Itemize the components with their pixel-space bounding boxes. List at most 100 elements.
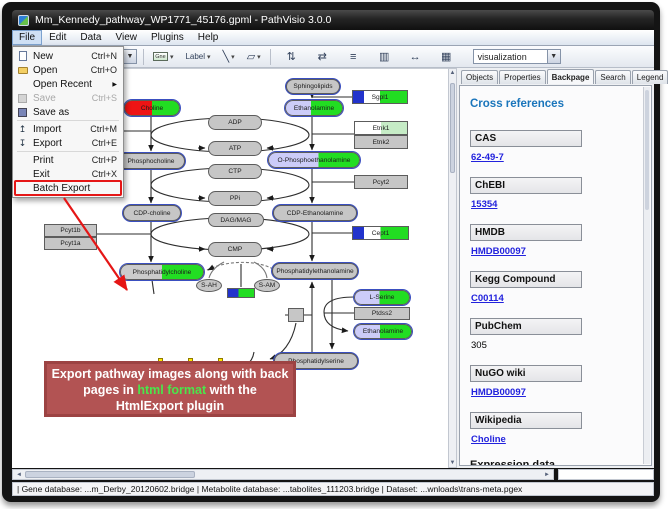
align-horizontal-center-button[interactable]: ⇄ <box>314 48 331 65</box>
xref-link[interactable]: 62-49-7 <box>471 152 643 163</box>
pathway-node-atp[interactable]: ATP <box>208 141 262 156</box>
xref-link[interactable]: HMDB00097 <box>471 387 643 398</box>
visualization-select[interactable]: visualization ▼ <box>473 49 561 64</box>
pathway-node-etnk1[interactable]: Etnk1 <box>354 121 408 135</box>
pathway-node-cdp-ethanolamine[interactable]: CDP-Ethanolamine <box>273 205 357 221</box>
pathway-node-pcyt1a[interactable]: Pcyt1a <box>44 237 97 250</box>
node-label: CDP-choline <box>133 210 170 217</box>
file-menu-item-export[interactable]: ↧ExportCtrl+E <box>13 136 123 150</box>
tab-properties[interactable]: Properties <box>499 70 545 84</box>
pathway-node-pcyt2[interactable]: Pcyt2 <box>354 175 408 189</box>
xref-link[interactable]: C00114 <box>471 293 643 304</box>
scrollbar-thumb[interactable] <box>25 471 195 478</box>
menu-item-spacer <box>17 155 28 166</box>
common-height-button[interactable]: ▦ <box>438 48 455 65</box>
file-menu-item-exit[interactable]: ExitCtrl+X <box>13 167 123 181</box>
add-label-button[interactable]: Label▾ <box>182 48 213 65</box>
cross-reference-sections: CAS62-49-7ChEBI15354HMDBHMDB00097Kegg Co… <box>470 130 643 445</box>
pathway-node-adp[interactable]: ADP <box>208 115 262 130</box>
line-tool-button[interactable]: ╲▾ <box>220 48 238 65</box>
pathway-node[interactable] <box>288 308 304 322</box>
canvas-horizontal-scrollbar[interactable]: ◄ ► <box>12 469 554 480</box>
pathway-node-phosphocholine[interactable]: Phosphocholine <box>117 153 185 169</box>
xref-link[interactable]: Choline <box>471 434 643 445</box>
stack-horizontal-button[interactable]: ▥ <box>376 48 393 65</box>
pathway-node-sphingolipids[interactable]: Sphingolipids <box>286 79 340 94</box>
pathway-node[interactable] <box>227 288 255 298</box>
app-icon <box>18 15 29 26</box>
file-menu-item-open-recent[interactable]: Open Recent▶ <box>13 77 123 91</box>
pathway-node-ethanolamine[interactable]: Ethanolamine <box>354 324 412 339</box>
pathway-node-s-am[interactable]: S-AM <box>254 279 280 292</box>
node-label: Cept1 <box>372 230 390 237</box>
common-width-button[interactable]: ↔ <box>407 48 424 65</box>
menu-data[interactable]: Data <box>73 30 108 45</box>
xref-link[interactable]: HMDB00097 <box>471 246 643 257</box>
scroll-left-icon[interactable]: ◄ <box>14 471 24 479</box>
tab-legend[interactable]: Legend <box>632 70 669 84</box>
pathway-node-l-serine[interactable]: L-Serine <box>354 290 410 305</box>
pathway-node-phosphatidylcholine[interactable]: Phosphatidylcholine <box>120 264 204 280</box>
annotation-callout: Export pathway images along with back pa… <box>44 361 296 417</box>
add-gene-datanode-button[interactable]: Gne▾ <box>150 48 177 65</box>
xref-section-header: ChEBI <box>470 177 582 194</box>
pathway-node-sgpl1[interactable]: Sgpl1 <box>352 90 408 104</box>
pathway-node-ptdss2[interactable]: Ptdss2 <box>354 307 410 320</box>
pathway-node-cept1[interactable]: Cept1 <box>352 226 409 240</box>
file-menu-item-print[interactable]: PrintCtrl+P <box>13 153 123 167</box>
chevron-down-icon[interactable]: ▼ <box>123 50 136 63</box>
title-bar[interactable]: Mm_Kennedy_pathway_WP1771_45176.gpml - P… <box>12 10 654 30</box>
menu-file[interactable]: File <box>12 30 42 45</box>
file-menu-item-new[interactable]: NewCtrl+N <box>13 49 123 63</box>
shape-tool-button[interactable]: ▱▾ <box>244 48 264 65</box>
save-icon <box>17 93 28 104</box>
pathway-node-etnk2[interactable]: Etnk2 <box>354 135 408 149</box>
menu-plugins[interactable]: Plugins <box>144 30 191 45</box>
node-label: Etnk1 <box>373 125 390 132</box>
pathway-node-choline[interactable]: Choline <box>124 100 180 116</box>
pathway-node-s-ah[interactable]: S-AH <box>196 279 222 292</box>
chevron-down-icon[interactable]: ▼ <box>547 50 560 63</box>
scroll-down-icon[interactable]: ▼ <box>449 460 456 466</box>
menu-help[interactable]: Help <box>191 30 226 45</box>
menu-item-label: Print <box>33 155 87 166</box>
chevron-down-icon[interactable]: ▾ <box>170 53 174 61</box>
file-menu-item-save[interactable]: SaveCtrl+S <box>13 91 123 105</box>
pathway-node-cmp[interactable]: CMP <box>208 242 262 257</box>
expression-data-heading: Expression data <box>470 459 643 466</box>
align-vertical-center-button[interactable]: ⇅ <box>283 48 300 65</box>
file-menu: NewCtrl+NOpenCtrl+OOpen Recent▶SaveCtrl+… <box>12 46 124 198</box>
node-label: Ethanolamine <box>363 328 403 335</box>
menu-view[interactable]: View <box>108 30 144 45</box>
xref-link[interactable]: 15354 <box>471 199 643 210</box>
tab-search[interactable]: Search <box>595 70 630 84</box>
chevron-down-icon[interactable]: ▾ <box>207 53 211 61</box>
cross-references-heading: Cross references <box>470 98 643 110</box>
menu-item-label: Exit <box>33 169 87 180</box>
scrollbar-thumb[interactable] <box>645 90 649 210</box>
canvas-vertical-scrollbar[interactable]: ▲ ▼ <box>448 68 457 468</box>
pathway-node-cdp-choline[interactable]: CDP-choline <box>123 205 181 221</box>
scroll-right-icon[interactable]: ► <box>542 471 552 479</box>
status-empty-cell <box>558 469 654 480</box>
menu-edit[interactable]: Edit <box>42 30 73 45</box>
panel-vertical-scrollbar[interactable] <box>643 87 650 464</box>
pathway-node-ethanolamine[interactable]: Ethanolamine <box>285 100 343 116</box>
pathway-node-phosphatidylethanolamine[interactable]: Phosphatidylethanolamine <box>272 263 358 279</box>
scroll-up-icon[interactable]: ▲ <box>449 70 456 76</box>
scrollbar-thumb[interactable] <box>450 83 455 173</box>
tab-backpage[interactable]: Backpage <box>547 69 595 84</box>
file-menu-item-batch-export[interactable]: Batch Export <box>13 181 123 195</box>
pathway-node-dag-mag[interactable]: DAG/MAG <box>208 213 264 227</box>
file-menu-item-open[interactable]: OpenCtrl+O <box>13 63 123 77</box>
file-menu-item-import[interactable]: ↥ImportCtrl+M <box>13 122 123 136</box>
pathway-node-ctp[interactable]: CTP <box>208 164 262 179</box>
tab-objects[interactable]: Objects <box>461 70 498 84</box>
stack-vertical-button[interactable]: ≡ <box>345 48 362 65</box>
pathway-node-ppi[interactable]: PPi <box>208 191 262 206</box>
chevron-down-icon[interactable]: ▾ <box>257 53 261 61</box>
pathway-node-o-phosphoethanolamine[interactable]: O-Phosphoethanolamine <box>268 152 360 168</box>
pathway-node-pcyt1b[interactable]: Pcyt1b <box>44 224 97 237</box>
chevron-down-icon[interactable]: ▾ <box>231 53 235 61</box>
file-menu-item-save-as[interactable]: Save as <box>13 105 123 119</box>
